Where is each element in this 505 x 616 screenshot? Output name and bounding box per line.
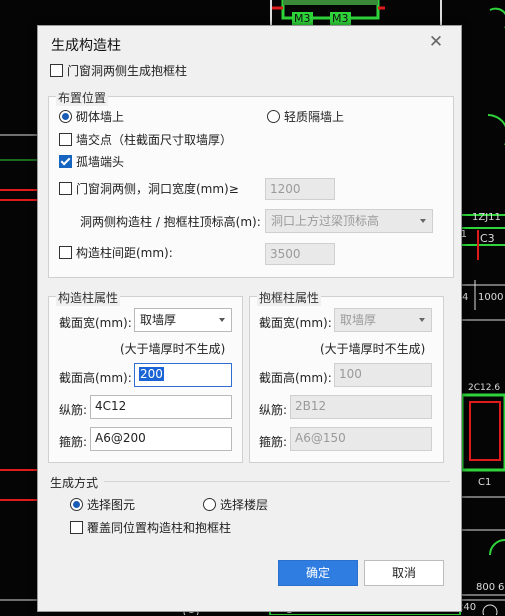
select-element-radio[interactable] bbox=[70, 498, 83, 511]
generate-column-dialog: 生成构造柱 ✕ 门窗洞两侧生成抱框柱 布置位置 砌体墙上 轻质隔墙上 墙交点（柱… bbox=[37, 25, 462, 612]
cad-label-kz: 1ZJ11 bbox=[472, 212, 501, 223]
column-height-input[interactable]: 200 bbox=[134, 363, 232, 387]
layout-position-title: 布置位置 bbox=[56, 89, 109, 106]
frame-longitudinal-input[interactable]: 2B12 bbox=[290, 395, 432, 419]
select-element-label: 选择图元 bbox=[87, 498, 136, 512]
column-stirrup-input[interactable]: A6@200 bbox=[90, 427, 232, 451]
ok-button[interactable]: 确定 bbox=[278, 560, 358, 586]
light-partition-label: 轻质隔墙上 bbox=[284, 110, 345, 124]
column-height-value: 200 bbox=[139, 367, 164, 381]
chevron-down-icon bbox=[219, 318, 225, 322]
masonry-wall-label: 砌体墙上 bbox=[76, 110, 125, 124]
frame-width-label: 截面宽(mm): bbox=[259, 316, 332, 330]
select-floor-radio[interactable] bbox=[203, 498, 216, 511]
top-elevation-label: 洞两侧构造柱 / 抱框柱顶标高(m): bbox=[80, 215, 261, 229]
masonry-wall-radio[interactable] bbox=[59, 110, 72, 123]
cad-label-dim: 4 bbox=[462, 292, 469, 303]
door-window-frame-label: 门窗洞两侧生成抱框柱 bbox=[67, 64, 188, 78]
frame-note: (大于墙厚时不生成) bbox=[320, 342, 426, 356]
cad-label-rebar: 2C12.6 bbox=[468, 383, 501, 393]
chevron-down-icon bbox=[419, 318, 425, 322]
chevron-down-icon bbox=[420, 219, 426, 223]
column-width-label: 截面宽(mm): bbox=[59, 316, 132, 330]
isolated-wall-end-checkbox[interactable] bbox=[59, 155, 72, 168]
frame-props-title: 抱框柱属性 bbox=[257, 289, 322, 306]
frame-stirrup-label: 箍筋: bbox=[259, 435, 288, 449]
cad-label-dim: 1000 bbox=[478, 292, 504, 303]
column-note: (大于墙厚时不生成) bbox=[120, 342, 226, 356]
column-width-select[interactable]: 取墙厚 bbox=[134, 308, 232, 332]
top-elevation-select[interactable]: 洞口上方过梁顶标高 bbox=[265, 209, 433, 233]
cad-label-c3: C3 bbox=[480, 232, 495, 245]
generate-mode-title: 生成方式 bbox=[50, 476, 99, 490]
column-spacing-label: 构造柱间距(mm): bbox=[76, 246, 173, 260]
opening-width-input[interactable]: 1200 bbox=[265, 178, 335, 200]
overwrite-checkbox[interactable] bbox=[70, 521, 83, 534]
frame-width-select[interactable]: 取墙厚 bbox=[334, 308, 432, 332]
close-icon[interactable]: ✕ bbox=[428, 34, 444, 51]
top-elevation-value: 洞口上方过梁顶标高 bbox=[271, 214, 380, 228]
wall-intersection-checkbox[interactable] bbox=[59, 133, 72, 146]
cad-label-dim: 6 bbox=[498, 582, 505, 593]
frame-height-label: 截面高(mm): bbox=[259, 371, 332, 385]
frame-longitudinal-label: 纵筋: bbox=[259, 403, 288, 417]
dialog-title: 生成构造柱 bbox=[51, 38, 121, 54]
door-window-sides-checkbox[interactable] bbox=[59, 182, 72, 195]
wall-intersection-label: 墙交点（柱截面尺寸取墙厚） bbox=[76, 133, 233, 147]
frame-stirrup-input[interactable]: A6@150 bbox=[290, 427, 432, 451]
cancel-button[interactable]: 取消 bbox=[364, 560, 444, 586]
cad-label-m3: M3 bbox=[330, 12, 351, 25]
column-height-label: 截面高(mm): bbox=[59, 371, 132, 385]
isolated-wall-end-label: 孤墙端头 bbox=[76, 155, 125, 169]
column-spacing-input[interactable]: 3500 bbox=[265, 243, 335, 265]
cad-label-c1: C1 bbox=[478, 477, 492, 488]
frame-width-value: 取墙厚 bbox=[340, 313, 377, 327]
cad-label-m3: M3 bbox=[292, 12, 313, 25]
column-longitudinal-label: 纵筋: bbox=[59, 403, 88, 417]
cad-label-dim: 800 bbox=[476, 582, 496, 593]
door-window-frame-checkbox[interactable] bbox=[50, 64, 63, 77]
column-props-title: 构造柱属性 bbox=[56, 289, 121, 306]
generate-mode-divider bbox=[104, 481, 450, 482]
column-width-value: 取墙厚 bbox=[140, 313, 177, 327]
column-spacing-checkbox[interactable] bbox=[59, 246, 72, 259]
column-stirrup-label: 箍筋: bbox=[59, 435, 88, 449]
frame-height-input[interactable]: 100 bbox=[334, 363, 432, 387]
select-floor-label: 选择楼层 bbox=[220, 498, 269, 512]
overwrite-label: 覆盖同位置构造柱和抱框柱 bbox=[87, 521, 232, 535]
light-partition-radio[interactable] bbox=[267, 110, 280, 123]
column-longitudinal-input[interactable]: 4C12 bbox=[90, 395, 232, 419]
door-window-sides-label: 门窗洞两侧，洞口宽度(mm)≥ bbox=[76, 182, 239, 196]
